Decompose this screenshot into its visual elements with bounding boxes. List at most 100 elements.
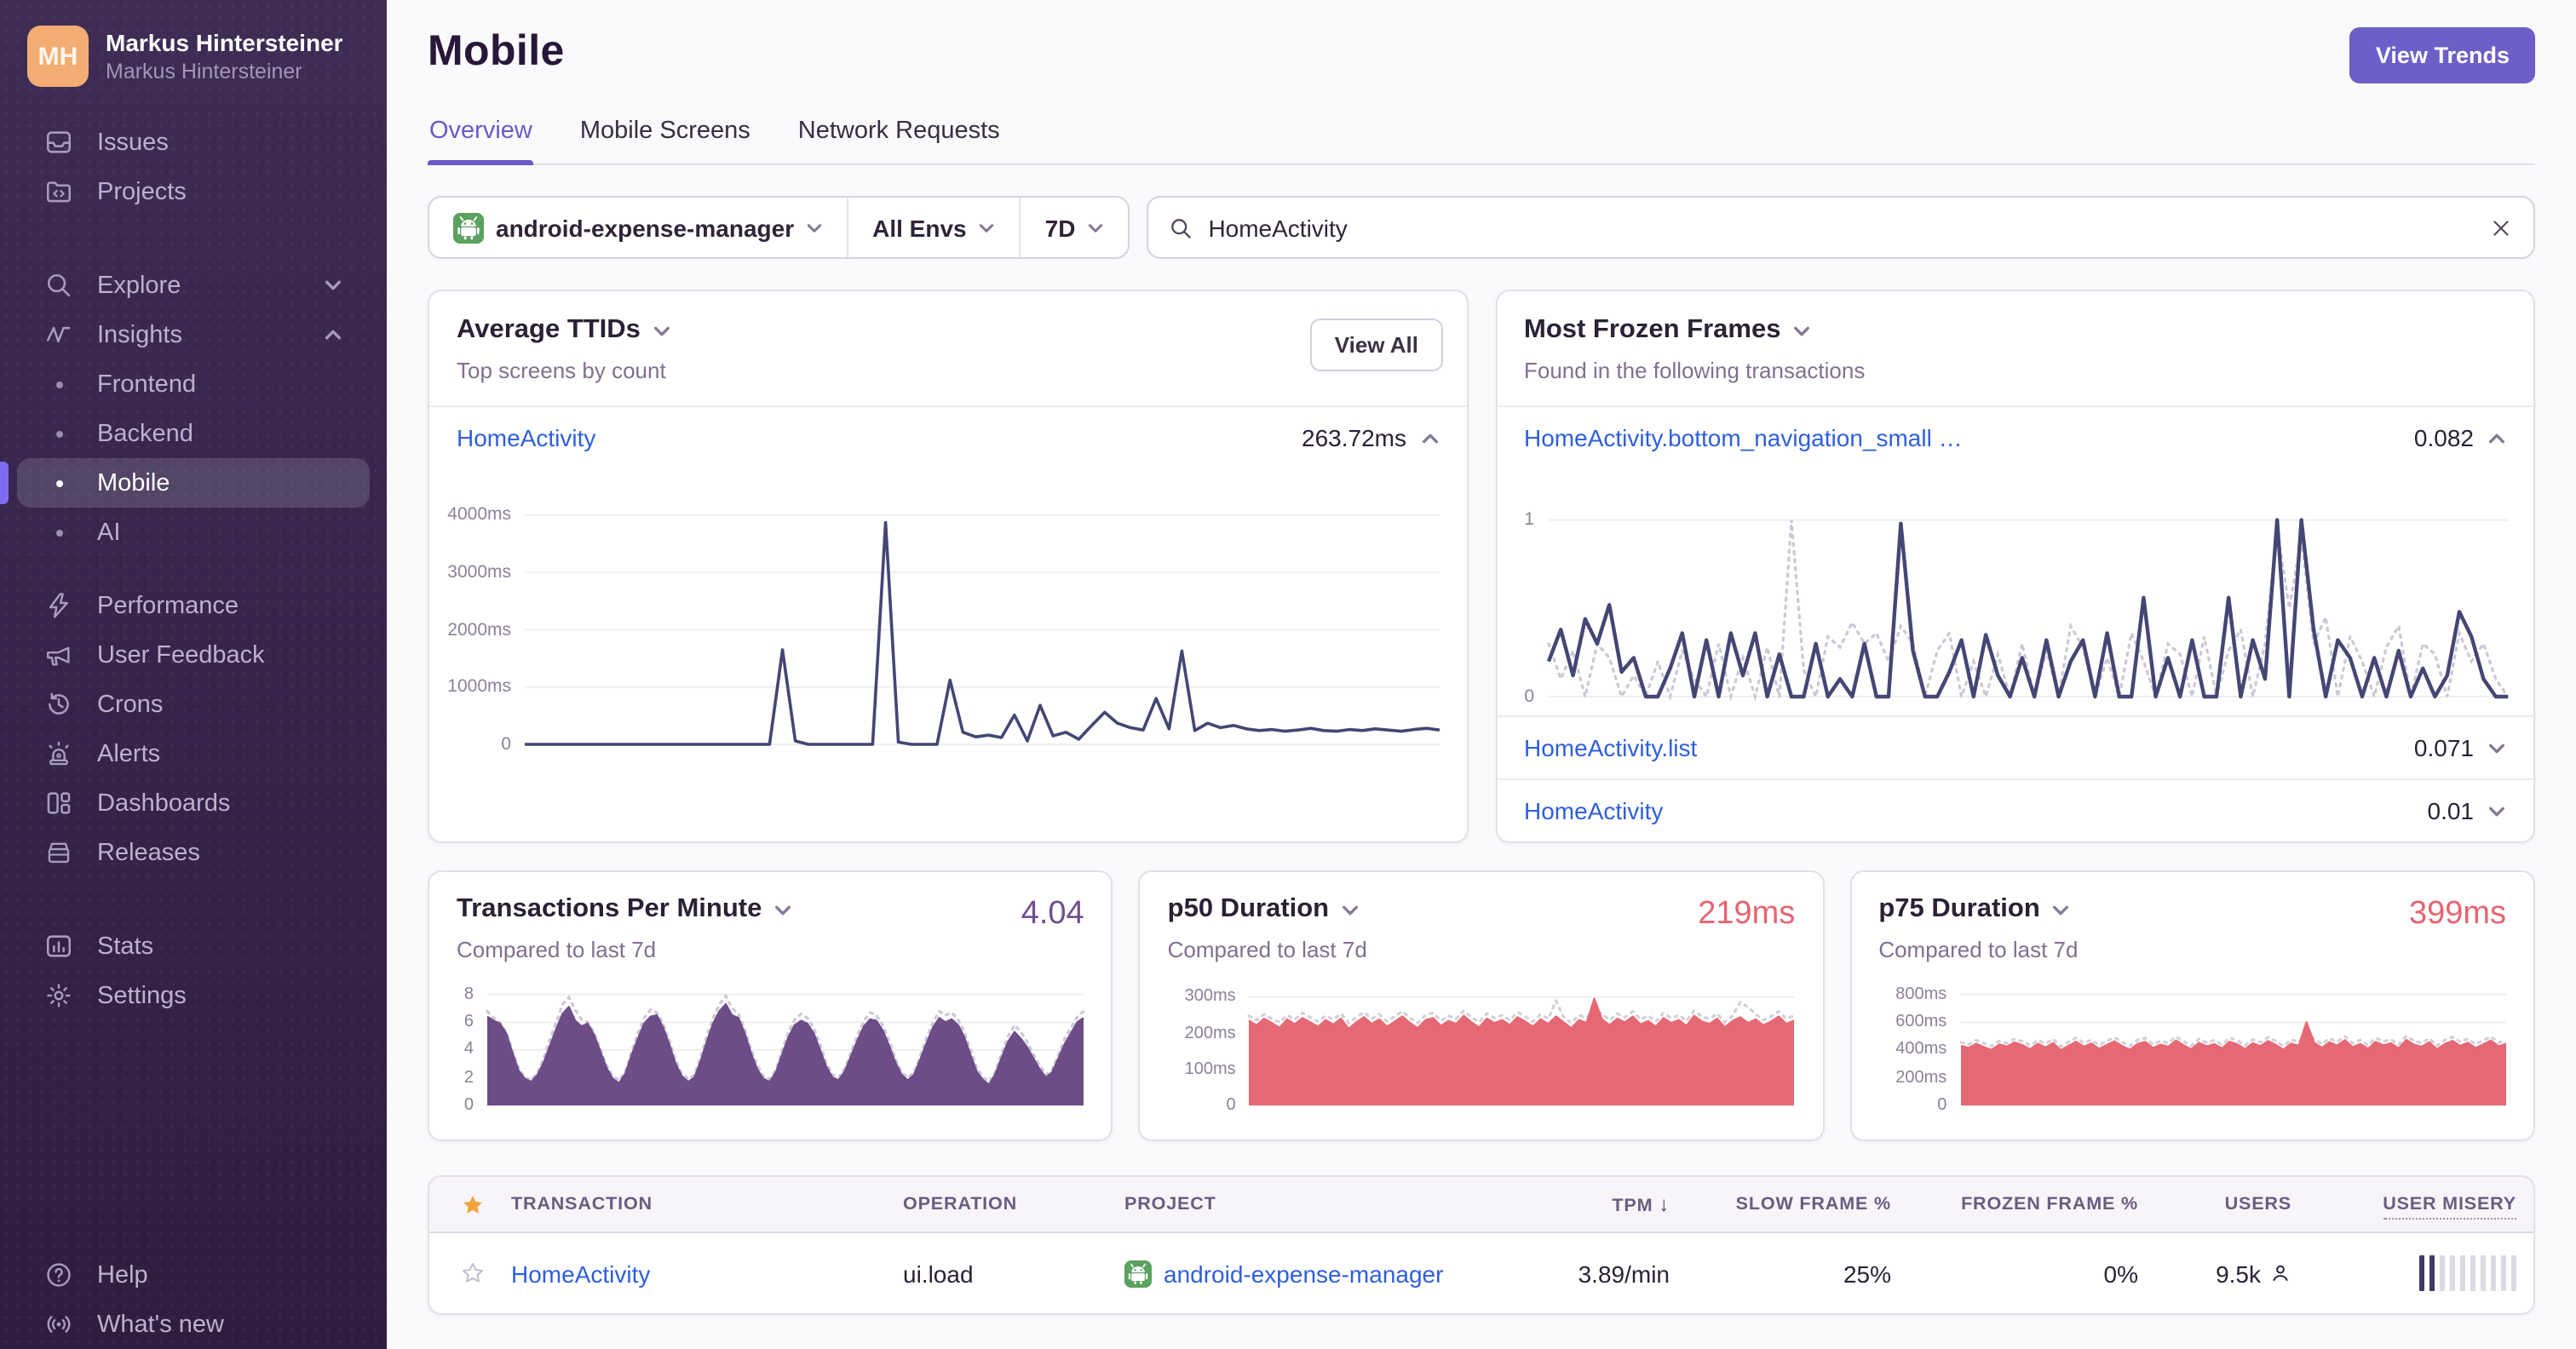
sidebar-item-label: Alerts [97,740,161,767]
column-header-tpm[interactable]: TPM ↓ [1516,1192,1687,1216]
sidebar: MH Markus Hintersteiner Markus Hinterste… [0,0,387,1349]
frozen-frames-line-chart: 10 [1504,506,2509,707]
page-filters: android-expense-manager All Envs 7D [428,196,1130,259]
sidebar-item-stats[interactable]: Stats [17,921,370,971]
collapse-chevron-icon[interactable] [2487,428,2506,447]
sidebar-item-issues[interactable]: Issues [17,118,370,167]
column-header-transaction[interactable]: TRANSACTION [494,1194,886,1214]
siren-icon [44,739,73,768]
y-tick-label: 200ms [1895,1068,1947,1088]
transaction-link[interactable]: HomeActivity.list [1524,734,1697,761]
sidebar-item-settings[interactable]: Settings [17,971,370,1020]
sidebar-item-insights[interactable]: Insights [17,310,370,359]
avatar[interactable]: MH [27,26,89,87]
top-cards-row: Average TTIDs Top screens by count View … [428,290,2535,843]
sidebar-item-label: Backend [97,420,193,447]
chevron-down-icon [1792,321,1811,340]
star-outline-icon[interactable] [459,1260,485,1286]
sidebar-item-alerts[interactable]: Alerts [17,729,370,778]
tab-bar: Overview Mobile Screens Network Requests [428,118,2535,165]
average-ttids-card: Average TTIDs Top screens by count View … [428,290,1468,843]
average-ttids-title[interactable]: Average TTIDs [457,315,1439,346]
user-name: Markus Hintersteiner [106,29,343,56]
transactions-table: TRANSACTION OPERATION PROJECT TPM ↓ SLOW… [428,1175,2535,1315]
tab-network-requests[interactable]: Network Requests [796,118,1002,164]
y-tick-label: 2 [463,1068,474,1088]
org-user-switcher[interactable]: MH Markus Hintersteiner Markus Hinterste… [0,0,387,107]
sidebar-item-label: Dashboards [97,789,231,817]
most-frozen-frames-title[interactable]: Most Frozen Frames [1524,315,2506,346]
sidebar-footer: Help What's new [0,1240,387,1349]
sidebar-item-label: What's new [97,1311,224,1338]
chart-plot-area [1958,986,2507,1106]
collapse-chevron-icon[interactable] [1420,428,1439,447]
project-cell: android-expense-manager [1107,1260,1516,1287]
column-header-frozen-frame[interactable]: FROZEN FRAME % [1908,1194,2155,1214]
chevron-down-icon [1341,900,1360,919]
card-subtitle: Compared to last 7d [1878,937,2079,962]
column-header-users[interactable]: USERS [2155,1194,2309,1214]
project-link[interactable]: android-expense-manager [1164,1260,1443,1287]
view-trends-button[interactable]: View Trends [2349,27,2535,83]
sidebar-item-user-feedback[interactable]: User Feedback [17,630,370,680]
misery-bar-empty [2490,1255,2496,1291]
sidebar-item-label: Mobile [97,469,170,497]
card-header: Most Frozen Frames Found in the followin… [1497,291,2533,407]
expand-chevron-icon[interactable] [2487,801,2506,820]
bullet-icon [44,529,73,536]
tab-overview[interactable]: Overview [428,118,535,165]
card-header: Average TTIDs Top screens by count View … [429,291,1466,407]
frozen-rows-group: HomeActivity.list 0.071 HomeActivity 0.0… [1497,715,2533,841]
misery-bar-filled [2429,1255,2435,1291]
sidebar-item-help[interactable]: Help [17,1250,370,1300]
sidebar-item-projects[interactable]: Projects [17,167,370,216]
column-header-operation[interactable]: OPERATION [886,1194,1107,1214]
chart-plot-area [486,986,1085,1106]
column-header-slow-frame[interactable]: SLOW FRAME % [1687,1194,1908,1214]
slow-frame-cell: 25% [1843,1260,1891,1287]
y-tick-label: 200ms [1184,1024,1236,1043]
sidebar-item-dashboards[interactable]: Dashboards [17,778,370,828]
archive-icon [44,838,73,867]
sidebar-item-explore[interactable]: Explore [17,261,370,310]
bullet-icon [44,479,73,486]
tpm-area-chart: 8 6 4 2 0 [457,985,1085,1115]
project-selector[interactable]: android-expense-manager [429,198,847,257]
sidebar-item-whats-new[interactable]: What's new [17,1300,370,1349]
clear-search-icon[interactable] [2489,215,2513,239]
view-all-button[interactable]: View All [1310,319,1442,371]
column-header-user-misery[interactable]: USER MISERY [2309,1194,2533,1220]
sidebar-item-mobile[interactable]: Mobile [0,458,370,508]
transaction-link[interactable]: HomeActivity [1524,797,1663,824]
expand-chevron-icon[interactable] [2487,738,2506,757]
sidebar-item-ai[interactable]: AI [17,508,370,557]
table-header-row: TRANSACTION OPERATION PROJECT TPM ↓ SLOW… [429,1177,2533,1233]
star-column-header [429,1191,494,1217]
tab-mobile-screens[interactable]: Mobile Screens [578,118,752,164]
transaction-link[interactable]: HomeActivity.bottom_navigation_small … [1524,424,1963,451]
search-input[interactable] [1208,214,2474,241]
active-indicator [0,462,9,504]
p75-value: 399ms [2408,896,2506,932]
y-tick-label: 3000ms [447,562,511,583]
environment-selector-label: All Envs [872,214,967,241]
sidebar-item-releases[interactable]: Releases [17,828,370,877]
sidebar-item-backend[interactable]: Backend [17,409,370,458]
date-range-selector[interactable]: 7D [1019,198,1129,257]
p50-area-chart: 300ms 200ms 100ms 0 [1168,986,1797,1115]
transaction-link[interactable]: HomeActivity [457,424,595,451]
layout-icon [44,789,73,818]
sidebar-item-crons[interactable]: Crons [17,680,370,729]
y-tick-label: 2000ms [447,619,511,640]
frozen-frame-cell: 0% [2103,1260,2138,1287]
misery-bar-filled [2418,1255,2424,1291]
sidebar-item-performance[interactable]: Performance [17,581,370,630]
tpm-title[interactable]: Transactions Per Minute [457,894,1084,925]
column-header-project[interactable]: PROJECT [1107,1194,1516,1214]
transaction-link[interactable]: HomeActivity [511,1260,650,1287]
date-range-label: 7D [1044,214,1076,241]
p75-duration-card: p75 Duration 399ms Compared to last 7d 8… [1849,870,2535,1141]
sidebar-item-label: Insights [97,321,182,348]
sidebar-item-frontend[interactable]: Frontend [17,359,370,409]
environment-selector[interactable]: All Envs [847,198,1020,257]
